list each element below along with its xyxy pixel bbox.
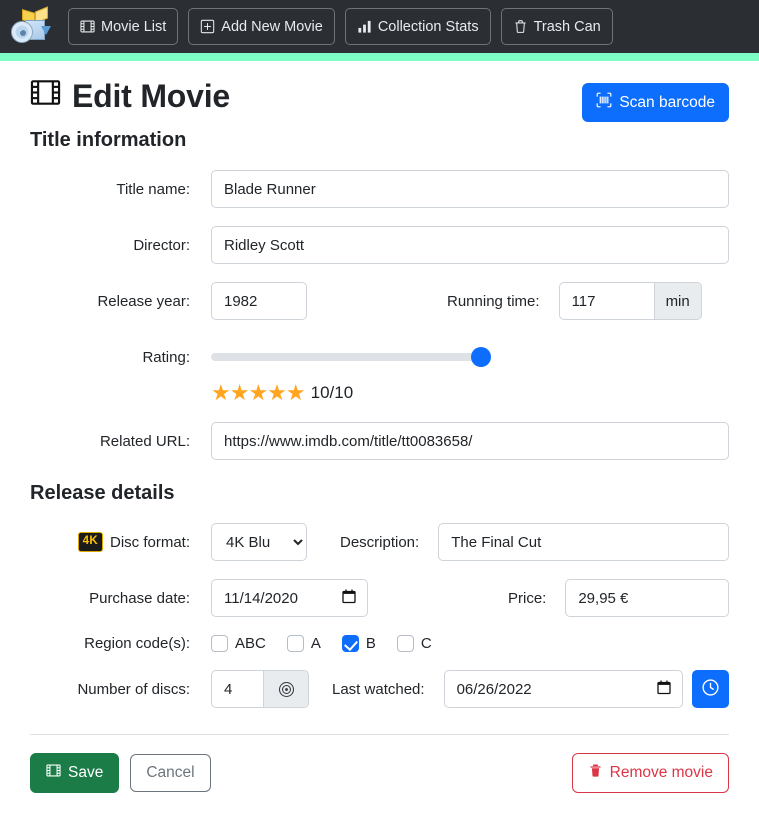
row-release-year-running-time: Release year: Running time: min <box>30 282 729 320</box>
checkbox[interactable] <box>397 635 414 652</box>
description-label: Description: <box>307 534 438 551</box>
region-code-label: ABC <box>235 635 266 652</box>
logo-disc <box>11 21 33 43</box>
page-title: Edit Movie <box>30 77 230 115</box>
rating-slider[interactable] <box>211 338 491 376</box>
release-year-input[interactable] <box>211 282 307 320</box>
row-rating: Rating: <box>30 338 729 376</box>
region-codes-label: Region code(s): <box>30 635 211 652</box>
rating-slider-track <box>211 353 491 361</box>
checkbox[interactable] <box>287 635 304 652</box>
title-row: Edit Movie Scan barcode <box>30 71 729 122</box>
nav-item-label: Movie List <box>101 19 166 35</box>
nav-item-add-new-movie[interactable]: Add New Movie <box>188 8 335 45</box>
remove-movie-label: Remove movie <box>610 764 713 782</box>
running-time-unit: min <box>655 282 702 320</box>
row-disc-format-description: 4K Disc format: 4K Blu Description: <box>30 523 729 561</box>
row-related-url: Related URL: <box>30 422 729 460</box>
navbar: Movie List Add New Movie Collection Stat… <box>0 0 759 53</box>
region-code-c[interactable]: C <box>397 635 432 652</box>
row-purchase-date-price: Purchase date: Price: <box>30 579 729 617</box>
release-year-label: Release year: <box>30 293 211 310</box>
film-icon <box>80 19 95 34</box>
title-name-label: Title name: <box>30 181 211 198</box>
description-input[interactable] <box>438 523 729 561</box>
accent-bar <box>0 53 759 61</box>
plus-square-icon <box>200 19 215 34</box>
purchase-date-label: Purchase date: <box>30 590 211 607</box>
region-code-label: B <box>366 635 376 652</box>
page-title-text: Edit Movie <box>72 79 230 114</box>
section-title-information: Title information <box>30 129 729 152</box>
trash-icon <box>513 19 528 34</box>
running-time-group: min <box>559 282 702 320</box>
film-icon <box>30 77 61 115</box>
disc-format-label-group: 4K Disc format: <box>30 532 211 552</box>
purchase-date-field[interactable] <box>211 579 368 617</box>
last-watched-field[interactable] <box>444 670 683 708</box>
last-watched-label: Last watched: <box>309 681 444 698</box>
rating-slider-knob[interactable] <box>471 347 491 367</box>
footer-actions: Save Cancel Remove movie <box>30 735 729 793</box>
rating-ratio-text: 10/10 <box>311 383 354 403</box>
number-of-discs-input[interactable] <box>211 670 264 708</box>
clock-icon <box>701 678 720 700</box>
save-label: Save <box>68 764 103 782</box>
brand-logo-icon[interactable] <box>10 7 54 47</box>
remove-movie-button[interactable]: Remove movie <box>572 753 729 793</box>
checkbox-checked[interactable] <box>342 635 359 652</box>
related-url-label: Related URL: <box>30 433 211 450</box>
nav-item-label: Trash Can <box>534 19 601 35</box>
row-rating-stars: ★★★★★ 10/10 <box>30 382 729 404</box>
region-code-a[interactable]: A <box>287 635 321 652</box>
bar-chart-icon <box>357 19 372 34</box>
rating-label: Rating: <box>30 349 211 366</box>
nav-item-collection-stats[interactable]: Collection Stats <box>345 8 491 45</box>
row-region-codes: Region code(s): ABC A B C <box>30 635 729 652</box>
trash-icon <box>588 763 603 783</box>
price-label: Price: <box>368 590 565 607</box>
related-url-input[interactable] <box>211 422 729 460</box>
disc-icon <box>264 670 309 708</box>
page-body: Edit Movie Scan barcode Title informatio… <box>0 61 759 793</box>
rating-stars: ★★★★★ <box>211 382 305 404</box>
row-title-name: Title name: <box>30 170 729 208</box>
nav-item-label: Collection Stats <box>378 19 479 35</box>
region-code-abc[interactable]: ABC <box>211 635 266 652</box>
row-discs-last-watched: Number of discs: Last watched: <box>30 670 729 708</box>
barcode-scan-icon <box>596 92 612 113</box>
scan-barcode-label: Scan barcode <box>619 94 715 112</box>
number-of-discs-label: Number of discs: <box>30 681 211 698</box>
logo-arrow <box>41 26 51 35</box>
cancel-button[interactable]: Cancel <box>130 754 210 792</box>
section-release-details: Release details <box>30 482 729 505</box>
number-of-discs-group <box>211 670 309 708</box>
save-button[interactable]: Save <box>30 753 119 793</box>
nav-item-movie-list[interactable]: Movie List <box>68 8 178 45</box>
cancel-label: Cancel <box>146 764 194 782</box>
running-time-label: Running time: <box>307 293 559 310</box>
scan-barcode-button[interactable]: Scan barcode <box>582 83 729 122</box>
purchase-date-input[interactable] <box>211 579 368 617</box>
disc-format-label: Disc format: <box>110 534 190 551</box>
region-code-label: C <box>421 635 432 652</box>
4k-badge: 4K <box>78 532 103 552</box>
title-name-input[interactable] <box>211 170 729 208</box>
film-icon <box>46 763 61 783</box>
row-director: Director: <box>30 226 729 264</box>
director-label: Director: <box>30 237 211 254</box>
nav-item-trash-can[interactable]: Trash Can <box>501 8 613 45</box>
running-time-input[interactable] <box>559 282 655 320</box>
last-watched-now-button[interactable] <box>692 670 729 708</box>
region-code-label: A <box>311 635 321 652</box>
director-input[interactable] <box>211 226 729 264</box>
price-input[interactable] <box>565 579 729 617</box>
disc-format-select[interactable]: 4K Blu <box>211 523 307 561</box>
nav-item-label: Add New Movie <box>221 19 323 35</box>
region-code-b[interactable]: B <box>342 635 376 652</box>
last-watched-input[interactable] <box>444 670 683 708</box>
region-codes-group: ABC A B C <box>211 635 453 652</box>
checkbox[interactable] <box>211 635 228 652</box>
